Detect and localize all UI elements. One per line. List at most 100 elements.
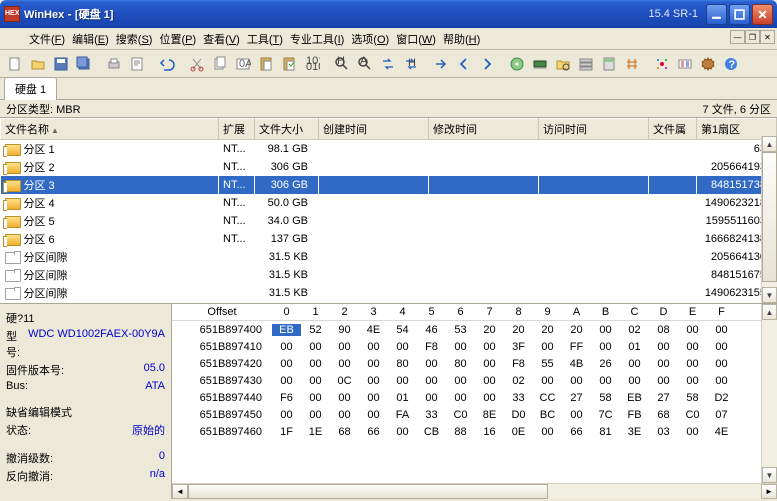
table-row[interactable]: 分区 4NT...50.0 GB1490623218 — [1, 194, 777, 212]
hex-byte[interactable]: CC — [533, 392, 562, 404]
hex-byte[interactable]: CB — [417, 426, 446, 438]
table-row[interactable]: 分区 1NT...98.1 GB63 — [1, 140, 777, 159]
hex-byte[interactable]: 00 — [272, 358, 301, 370]
hex-byte[interactable]: 00 — [301, 358, 330, 370]
hex-byte[interactable]: 00 — [591, 324, 620, 336]
properties-icon[interactable] — [126, 53, 148, 75]
hex-byte[interactable]: F8 — [504, 358, 533, 370]
hex-byte[interactable]: 00 — [678, 341, 707, 353]
hex-row[interactable]: 651B8974200000000080008000F8554B26000000… — [172, 355, 777, 372]
hex-byte[interactable]: 00 — [620, 358, 649, 370]
hex-scroll-down-icon[interactable]: ▼ — [762, 467, 777, 483]
hex-byte[interactable]: 00 — [707, 341, 736, 353]
analyze-icon[interactable] — [651, 53, 673, 75]
hex-byte[interactable]: 20 — [475, 324, 504, 336]
scroll-up-icon[interactable]: ▲ — [762, 136, 777, 152]
hex-byte[interactable]: 00 — [359, 341, 388, 353]
hex-byte[interactable]: 00 — [272, 409, 301, 421]
hex-row[interactable]: 651B8974601F1E686600CB88160E0066813E0300… — [172, 423, 777, 440]
hex-byte[interactable]: 02 — [620, 324, 649, 336]
hex-byte[interactable]: 00 — [475, 392, 504, 404]
find-text-icon[interactable]: A — [354, 53, 376, 75]
hex-byte[interactable]: FF — [562, 341, 591, 353]
open-icon[interactable] — [27, 53, 49, 75]
hex-byte[interactable]: 20 — [533, 324, 562, 336]
col-size[interactable]: 文件大小 — [255, 119, 319, 140]
hex-vscrollbar[interactable]: ▲ ▼ — [761, 304, 777, 499]
hex-byte[interactable]: 00 — [533, 341, 562, 353]
hex-byte[interactable]: 00 — [446, 392, 475, 404]
menu-v[interactable]: 查看(V) — [200, 32, 243, 48]
hex-byte[interactable]: F8 — [417, 341, 446, 353]
hex-byte[interactable]: 00 — [475, 358, 504, 370]
menu-h[interactable]: 帮助(H) — [440, 32, 483, 48]
print-icon[interactable] — [103, 53, 125, 75]
mdi-close-button[interactable]: ✕ — [760, 30, 775, 44]
table-row[interactable]: 分区间隙31.5 KB1490623155 — [1, 284, 777, 302]
mdi-minimize-button[interactable]: — — [730, 30, 745, 44]
hex-byte[interactable]: 00 — [301, 409, 330, 421]
hex-byte[interactable]: 00 — [272, 341, 301, 353]
hex-byte[interactable]: 00 — [707, 358, 736, 370]
copy-icon[interactable] — [209, 53, 231, 75]
hex-byte[interactable]: 1E — [301, 426, 330, 438]
hex-byte[interactable]: 00 — [591, 375, 620, 387]
menu-e[interactable]: 编辑(E) — [69, 32, 112, 48]
hex-byte[interactable]: D2 — [707, 392, 736, 404]
hex-byte[interactable]: 8E — [475, 409, 504, 421]
hex-byte[interactable]: 4E — [707, 426, 736, 438]
hex-byte[interactable]: 00 — [678, 324, 707, 336]
hex-byte[interactable]: 90 — [330, 324, 359, 336]
table-row[interactable]: 分区 2NT...306 GB205664193 — [1, 158, 777, 176]
copy-hex-icon[interactable]: 0A — [232, 53, 254, 75]
hex-byte[interactable]: C0 — [678, 409, 707, 421]
minimize-button[interactable] — [706, 4, 727, 25]
col-name[interactable]: 文件名称▲ — [1, 119, 219, 140]
hex-byte[interactable]: 58 — [591, 392, 620, 404]
col-atime[interactable]: 访问时间 — [539, 119, 649, 140]
menu-s[interactable]: 搜索(S) — [113, 32, 156, 48]
hex-byte[interactable]: 58 — [678, 392, 707, 404]
hex-scroll-right-icon[interactable]: ► — [761, 484, 777, 499]
hex-byte[interactable]: EB — [620, 392, 649, 404]
table-row[interactable]: 分区间隙31.5 KB205664130 — [1, 248, 777, 266]
hex-byte[interactable]: 00 — [301, 341, 330, 353]
hex-row[interactable]: 651B8974100000000000F800003F00FF00010000… — [172, 338, 777, 355]
hex-byte[interactable]: 00 — [359, 392, 388, 404]
table-row[interactable]: 分区 5NT...34.0 GB1595511603 — [1, 212, 777, 230]
settings-icon[interactable] — [674, 53, 696, 75]
hex-byte[interactable]: FA — [388, 409, 417, 421]
disk-icon[interactable] — [506, 53, 528, 75]
hex-byte[interactable]: 1F — [272, 426, 301, 438]
menu-t[interactable]: 工具(T) — [244, 32, 286, 48]
hex-byte[interactable]: 00 — [301, 392, 330, 404]
hex-byte[interactable]: 53 — [446, 324, 475, 336]
hex-byte[interactable]: 3E — [620, 426, 649, 438]
replace-icon[interactable] — [377, 53, 399, 75]
hex-byte[interactable]: BC — [533, 409, 562, 421]
hex-byte[interactable]: 00 — [330, 392, 359, 404]
paste-icon[interactable] — [255, 53, 277, 75]
hex-byte[interactable]: EB — [272, 324, 301, 336]
hex-byte[interactable]: 80 — [388, 358, 417, 370]
hex-byte[interactable]: 33 — [417, 409, 446, 421]
hex-byte[interactable]: 00 — [707, 324, 736, 336]
paste-write-icon[interactable] — [278, 53, 300, 75]
col-ext[interactable]: 扩展 — [219, 119, 255, 140]
hex-byte[interactable]: 20 — [504, 324, 533, 336]
hex-byte[interactable]: 00 — [533, 426, 562, 438]
new-icon[interactable] — [4, 53, 26, 75]
save-icon[interactable] — [50, 53, 72, 75]
close-button[interactable] — [752, 4, 773, 25]
hex-byte[interactable]: F6 — [272, 392, 301, 404]
hex-byte[interactable]: 00 — [620, 375, 649, 387]
table-row[interactable]: 分区间隙31.5 KB848151675 — [1, 266, 777, 284]
hex-byte[interactable]: 00 — [417, 358, 446, 370]
hex-byte[interactable]: 00 — [330, 409, 359, 421]
menu-o[interactable]: 选项(O) — [348, 32, 392, 48]
col-ctime[interactable]: 创建时间 — [319, 119, 429, 140]
hex-byte[interactable]: 00 — [330, 341, 359, 353]
binary-icon[interactable]: 101010 — [301, 53, 323, 75]
hex-byte[interactable]: 00 — [359, 409, 388, 421]
hex-byte[interactable]: C0 — [446, 409, 475, 421]
